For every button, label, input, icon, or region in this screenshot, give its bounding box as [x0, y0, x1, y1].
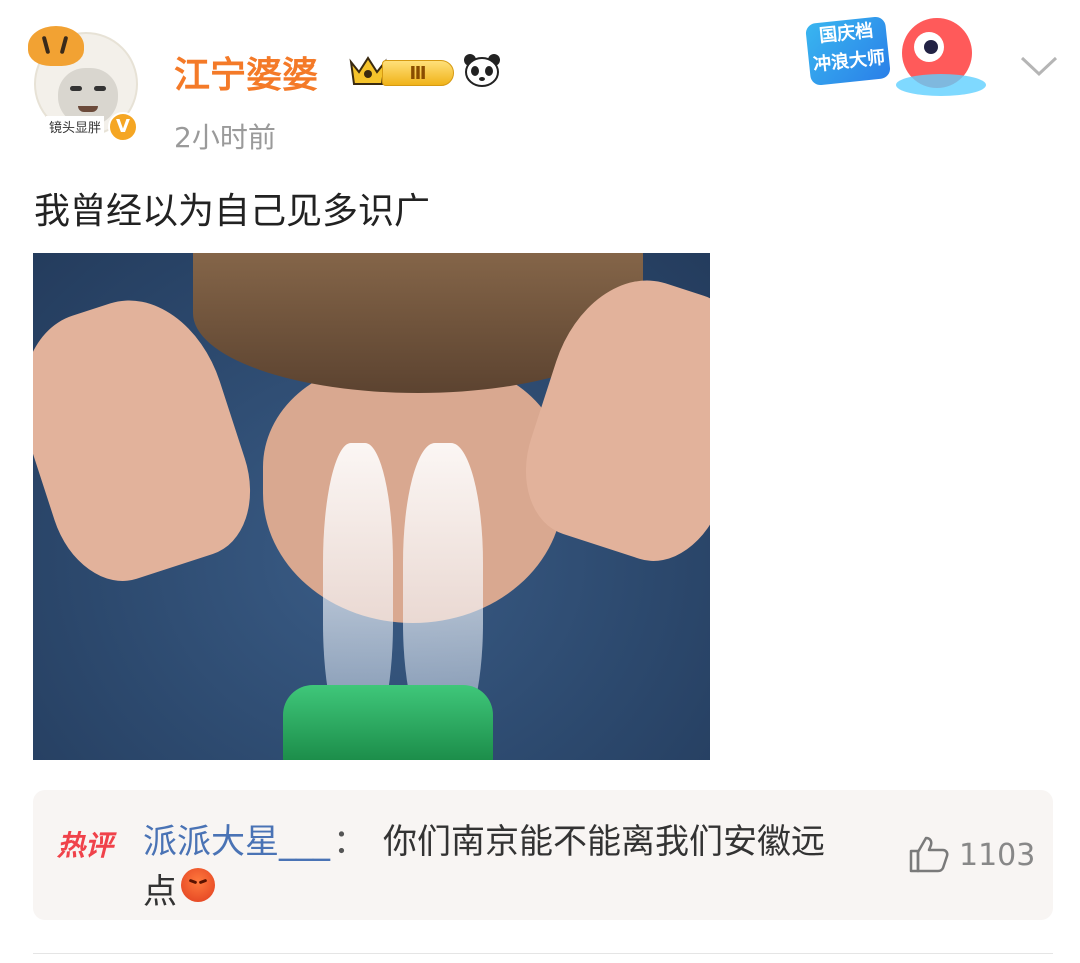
post-text: 我曾经以为自己见多识广 [34, 191, 431, 232]
promo-text: 国庆档 冲浪大师 [804, 15, 892, 87]
panda-icon[interactable] [462, 52, 502, 88]
tiger-icon [28, 26, 84, 66]
hot-comment[interactable]: 热评 派派大星___ ： 你们南京能不能离我们安徽远 点 1103 [33, 790, 1053, 920]
post-image[interactable] [33, 253, 710, 760]
wave-icon [896, 74, 986, 96]
angry-face-icon [181, 868, 215, 902]
like-count: 1103 [959, 838, 1036, 873]
promo-sticker[interactable]: 国庆档 冲浪大师 [798, 8, 1008, 108]
verified-icon: V [108, 112, 138, 142]
comment-text: 你们南京能不能离我们安徽远 [383, 822, 825, 862]
chevron-down-icon[interactable] [1018, 52, 1060, 80]
level-label: Ⅲ [382, 60, 454, 86]
comment-separator: ： [333, 822, 367, 862]
comment-username[interactable]: 派派大星___ [143, 814, 330, 863]
author-name[interactable]: 江宁婆婆 [174, 46, 318, 98]
hot-comment-label: 热评 [57, 829, 114, 862]
author-avatar[interactable]: 镜头显胖 V [28, 26, 144, 150]
vip-level-badge[interactable]: Ⅲ [348, 54, 454, 88]
comment-text-continued: 点 [143, 872, 177, 912]
weibo-post: 镜头显胖 V 江宁婆婆 Ⅲ 2小时前 国庆档 冲浪大师 我曾经以为自己见多识广 [0, 0, 1080, 963]
post-time: 2小时前 [174, 121, 276, 154]
thumbs-up-icon[interactable] [907, 834, 951, 874]
avatar-tag: 镜头显胖 [46, 116, 105, 137]
divider [33, 953, 1053, 954]
